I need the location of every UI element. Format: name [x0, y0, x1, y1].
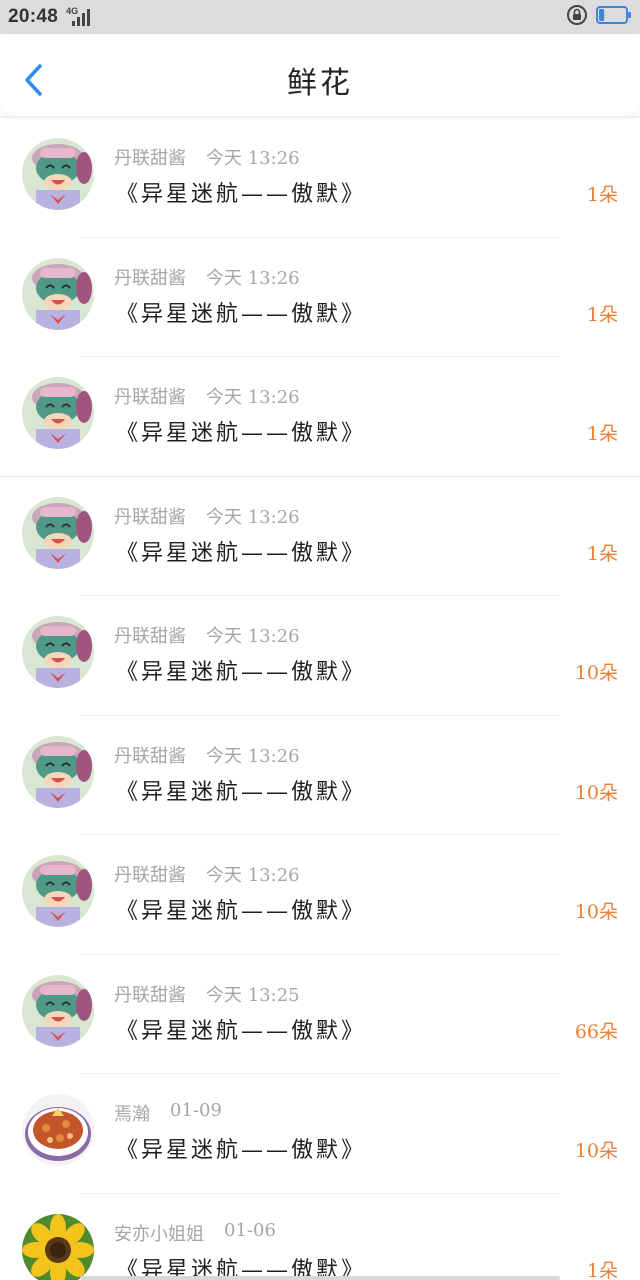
- page-title: 鲜花: [287, 66, 353, 101]
- username[interactable]: 丹联甜酱: [114, 742, 186, 768]
- avatar[interactable]: [22, 377, 94, 449]
- song-title: 《异星迷航——傲默》: [116, 660, 367, 685]
- record-meta: 丹联甜酱 今天 13:26: [114, 742, 300, 768]
- nav-header: 鲜花: [0, 34, 640, 116]
- timestamp: 今天 13:26: [206, 506, 300, 528]
- song-title: 《异星迷航——傲默》: [116, 540, 367, 566]
- list-item[interactable]: 丹联甜酱 今天 13:26 《异星迷航——傲默》 1朵: [0, 477, 640, 596]
- timestamp: 01-06: [224, 1219, 276, 1241]
- flower-count: 1朵: [586, 184, 618, 206]
- song-title: 《异星迷航——傲默》: [116, 1018, 367, 1044]
- flower-record-list[interactable]: 丹联甜酱 今天 13:26 《异星迷航——傲默》 1朵 丹联甜酱 今天 13:26 《异星…: [0, 118, 640, 1280]
- timestamp: 今天 13:26: [206, 745, 300, 767]
- username[interactable]: 焉瀚: [114, 1100, 150, 1126]
- song-title: 《异星迷航——傲默》: [116, 301, 367, 327]
- avatar[interactable]: [22, 616, 94, 688]
- status-right: [566, 4, 632, 30]
- username[interactable]: 丹联甜酱: [114, 383, 186, 409]
- record-meta: 丹联甜酱 今天 13:25: [114, 981, 300, 1007]
- timestamp: 今天 13:25: [206, 984, 300, 1006]
- list-item[interactable]: 安亦小姐姐 01-06 《异星迷航——傲默》 1朵: [0, 1194, 640, 1280]
- username[interactable]: 安亦小姐姐: [114, 1220, 204, 1246]
- flower-count: 1朵: [586, 542, 618, 565]
- timestamp: 今天 13:26: [206, 626, 300, 647]
- list-item[interactable]: 丹联甜酱 今天 13:25 《异星迷航——傲默》 66朵: [0, 955, 640, 1074]
- avatar[interactable]: [22, 735, 94, 808]
- timestamp: 01-09: [170, 1100, 222, 1121]
- song-title: 《异星迷航——傲默》: [116, 1138, 367, 1163]
- username[interactable]: 丹联甜酱: [114, 861, 186, 887]
- status-bar: 20:48 4G: [0, 0, 640, 34]
- record-meta: 安亦小姐姐 01-06: [114, 1220, 276, 1246]
- username[interactable]: 丹联甜酱: [114, 264, 186, 290]
- username[interactable]: 丹联甜酱: [114, 144, 186, 170]
- clock: 20:48: [8, 6, 59, 27]
- list-item[interactable]: 丹联甜酱 今天 13:26 《异星迷航——傲默》 10朵: [0, 716, 640, 835]
- battery-icon: [596, 5, 632, 29]
- record-meta: 丹联甜酱 今天 13:26: [114, 383, 300, 409]
- timestamp: 今天 13:26: [206, 148, 300, 169]
- list-item[interactable]: 丹联甜酱 今天 13:26 《异星迷航——傲默》 1朵: [0, 357, 640, 477]
- flower-count: 1朵: [586, 303, 618, 326]
- timestamp: 今天 13:26: [206, 267, 300, 289]
- avatar[interactable]: [22, 496, 94, 569]
- avatar[interactable]: [22, 974, 94, 1047]
- username[interactable]: 丹联甜酱: [114, 622, 186, 648]
- song-title: 《异星迷航——傲默》: [116, 779, 367, 805]
- song-title: 《异星迷航——傲默》: [116, 421, 367, 446]
- list-item[interactable]: 丹联甜酱 今天 13:26 《异星迷航——傲默》 10朵: [0, 835, 640, 955]
- record-meta: 丹联甜酱 今天 13:26: [114, 144, 300, 170]
- flower-count: 1朵: [586, 1259, 618, 1280]
- avatar[interactable]: [22, 257, 94, 330]
- flower-count: 10朵: [574, 662, 618, 684]
- list-item[interactable]: 丹联甜酱 今天 13:26 《异星迷航——傲默》 1朵: [0, 118, 640, 238]
- record-meta: 丹联甜酱 今天 13:26: [114, 861, 300, 887]
- song-title: 《异星迷航——傲默》: [116, 182, 367, 207]
- flower-count: 1朵: [586, 423, 618, 445]
- avatar[interactable]: [22, 1213, 94, 1280]
- status-left: 20:48 4G: [8, 6, 92, 28]
- flower-count: 66朵: [574, 1020, 618, 1043]
- signal-icon: 4G: [66, 6, 92, 27]
- network-type: 4G: [66, 6, 79, 16]
- song-title: 《异星迷航——傲默》: [116, 899, 367, 924]
- avatar[interactable]: [22, 138, 94, 210]
- flower-count: 10朵: [574, 1140, 618, 1162]
- scroll-indicator: [80, 1276, 560, 1280]
- record-meta: 丹联甜酱 今天 13:26: [114, 264, 300, 290]
- username[interactable]: 丹联甜酱: [114, 503, 186, 529]
- record-meta: 丹联甜酱 今天 13:26: [114, 503, 300, 529]
- avatar[interactable]: [22, 855, 94, 927]
- list-item[interactable]: 丹联甜酱 今天 13:26 《异星迷航——傲默》 1朵: [0, 238, 640, 357]
- avatar[interactable]: [22, 1094, 94, 1166]
- record-meta: 焉瀚 01-09: [114, 1100, 222, 1126]
- timestamp: 今天 13:26: [206, 865, 300, 886]
- timestamp: 今天 13:26: [206, 387, 300, 408]
- flower-count: 10朵: [574, 901, 618, 923]
- flower-count: 10朵: [574, 781, 618, 804]
- lock-rotation-icon: [566, 4, 588, 30]
- record-meta: 丹联甜酱 今天 13:26: [114, 622, 300, 648]
- list-item[interactable]: 丹联甜酱 今天 13:26 《异星迷航——傲默》 10朵: [0, 596, 640, 716]
- list-item[interactable]: 焉瀚 01-09 《异星迷航——傲默》 10朵: [0, 1074, 640, 1194]
- username[interactable]: 丹联甜酱: [114, 981, 186, 1007]
